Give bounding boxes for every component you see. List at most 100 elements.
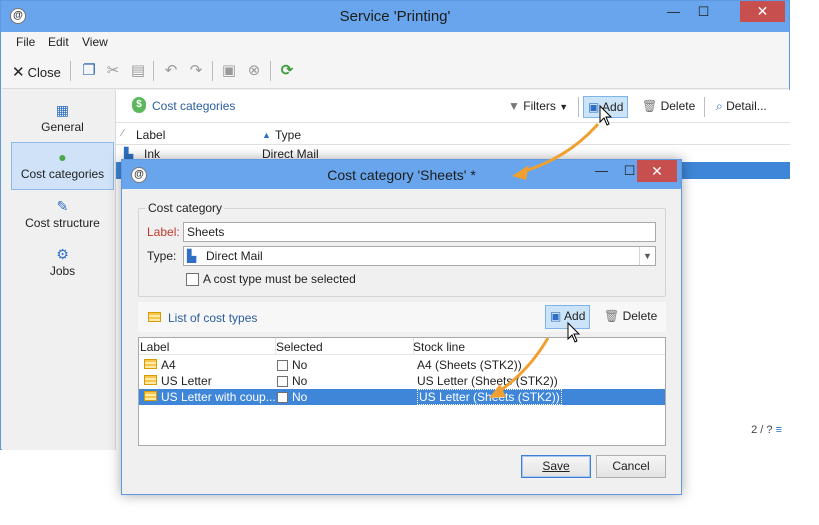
close-button-label: Close: [27, 65, 61, 80]
dialog-title-bar: @ Cost category 'Sheets' * — ☐ ✕: [122, 160, 681, 189]
trash-icon: 🗑: [604, 309, 620, 323]
search-icon: ⌕: [716, 99, 723, 113]
add-cost-type-button[interactable]: ▣ Add: [545, 305, 591, 329]
table-row-selected[interactable]: US Letter with coup... No US Letter (She…: [139, 389, 665, 405]
undo-icon[interactable]: ↶: [162, 62, 180, 80]
menu-file[interactable]: File: [16, 35, 35, 49]
delete-label: Delete: [622, 309, 658, 323]
toolbar: ✕ Close ❐ ✂ ▤ ↶ ↷ ▣ ⊗ ⟳: [2, 53, 788, 89]
minimize-button[interactable]: —: [588, 160, 615, 182]
toolbar-separator: [270, 61, 271, 81]
column-selected[interactable]: Selected: [276, 340, 323, 354]
row-selected: No: [292, 390, 308, 404]
cost-types-title: List of cost types: [168, 311, 258, 325]
column-label[interactable]: Label: [140, 340, 169, 354]
close-icon: ✕: [12, 64, 25, 81]
toolbar-separator: [704, 97, 705, 117]
row-stock: US Letter (Sheets (STK2)): [417, 374, 558, 388]
row-label: US Letter with coup...: [161, 390, 276, 404]
list-icon: [144, 375, 157, 385]
close-dialog-button[interactable]: ✕: [637, 160, 677, 182]
maximize-button[interactable]: ☐: [690, 1, 717, 22]
group-label: Cost category: [146, 201, 225, 215]
cost-types-header: List of cost types ▣ Add 🗑 Delete: [138, 302, 666, 332]
column-type[interactable]: Type: [275, 128, 301, 142]
row-label: A4: [161, 358, 176, 372]
chevron-down-icon: ▼: [559, 102, 569, 112]
filters-button[interactable]: ▼ Filters ▼: [504, 96, 572, 118]
row-label: US Letter: [161, 374, 212, 388]
row-stock: US Letter (Sheets (STK2)): [417, 389, 562, 405]
cancel-icon[interactable]: ⊗: [245, 62, 263, 80]
type-select-value: Direct Mail: [206, 249, 263, 263]
list-icon: [144, 359, 157, 369]
checkbox-label: A cost type must be selected: [203, 272, 356, 286]
redo-icon[interactable]: ↷: [187, 62, 205, 80]
add-label: Add: [564, 309, 586, 323]
cost-category-dialog: @ Cost category 'Sheets' * — ☐ ✕ Cost ca…: [121, 159, 682, 495]
pane-title: Cost categories: [152, 99, 236, 113]
money-icon: $: [132, 97, 146, 113]
menu-view[interactable]: View: [82, 35, 108, 49]
menu-bar: File Edit View: [2, 32, 788, 53]
delete-label: Delete: [660, 99, 696, 113]
add-icon: ▣: [550, 309, 562, 323]
column-label[interactable]: Label: [136, 128, 165, 142]
row-checkbox[interactable]: [277, 360, 288, 371]
sidebar-item-general[interactable]: ▦ General: [11, 96, 114, 144]
table-row[interactable]: A4 No A4 (Sheets (STK2)): [139, 357, 665, 373]
type-field-label: Type:: [147, 249, 177, 263]
sidebar-item-label: Cost categories: [20, 167, 105, 181]
copy-icon[interactable]: ❐: [80, 62, 98, 80]
trash-icon: 🗑: [642, 99, 658, 113]
column-stock-line[interactable]: Stock line: [413, 340, 465, 354]
cost-types-grid: Label Selected Stock line A4 No A4 (Shee…: [138, 337, 666, 446]
sidebar-item-label: Jobs: [49, 264, 76, 278]
sidebar-nav: ▦ General ● Cost categories ✎ Cost struc…: [2, 90, 115, 450]
edit-icon: ✎: [56, 198, 69, 214]
row-checkbox[interactable]: [277, 376, 288, 387]
sidebar-item-cost-categories[interactable]: ● Cost categories: [11, 142, 114, 190]
detail-label: Detail...: [726, 99, 767, 113]
toolbar-separator: [70, 61, 71, 81]
cost-type-required-checkbox[interactable]: [186, 273, 199, 286]
cancel-button[interactable]: Cancel: [596, 455, 666, 478]
add-label: Add: [602, 100, 624, 114]
refresh-icon[interactable]: ⟳: [278, 62, 296, 80]
row-checkbox[interactable]: [277, 392, 288, 403]
pane-header: $ Cost categories ▼ Filters ▼ ▣ Add 🗑 De…: [116, 90, 790, 123]
list-icon: [144, 391, 157, 401]
sidebar-item-jobs[interactable]: ⚙ Jobs: [11, 240, 114, 288]
paste-icon[interactable]: ▤: [129, 62, 147, 80]
money-icon: ●: [58, 149, 67, 165]
label-field-label: Label:: [147, 225, 180, 239]
save-icon[interactable]: ▣: [220, 62, 238, 80]
close-window-button[interactable]: ✕: [740, 1, 785, 22]
paging-text: 2 / ?: [751, 424, 773, 436]
filters-label: Filters: [523, 99, 556, 113]
delete-cost-type-button[interactable]: 🗑 Delete: [600, 306, 661, 328]
toolbar-separator: [578, 97, 579, 117]
row-stock: A4 (Sheets (STK2)): [417, 358, 522, 372]
toolbar-separator: [153, 61, 154, 81]
list-menu-icon[interactable]: ≡: [776, 424, 782, 436]
sidebar-item-label: Cost structure: [25, 216, 100, 230]
list-header: ⁄ Label ▲ Type: [116, 126, 790, 145]
close-button[interactable]: ✕ Close: [12, 63, 61, 81]
page-indicator: 2 / ? ≡: [751, 424, 782, 436]
sidebar-item-cost-structure[interactable]: ✎ Cost structure: [11, 192, 114, 240]
toolbar-separator: [212, 61, 213, 81]
minimize-button[interactable]: —: [660, 1, 687, 22]
detail-button[interactable]: ⌕ Detail...: [712, 96, 771, 118]
add-button[interactable]: ▣ Add: [583, 96, 629, 118]
sort-indicator-icon: ⁄: [122, 128, 124, 139]
delete-button[interactable]: 🗑 Delete: [638, 96, 699, 118]
type-select[interactable]: ▙ Direct Mail ▼: [183, 246, 656, 266]
sort-up-icon: ▲: [262, 130, 271, 140]
chevron-down-icon[interactable]: ▼: [639, 247, 655, 265]
table-row[interactable]: US Letter No US Letter (Sheets (STK2)): [139, 373, 665, 389]
cut-icon[interactable]: ✂: [104, 62, 122, 80]
menu-edit[interactable]: Edit: [48, 35, 69, 49]
save-button[interactable]: Save: [521, 455, 591, 478]
label-input[interactable]: Sheets: [183, 222, 656, 242]
